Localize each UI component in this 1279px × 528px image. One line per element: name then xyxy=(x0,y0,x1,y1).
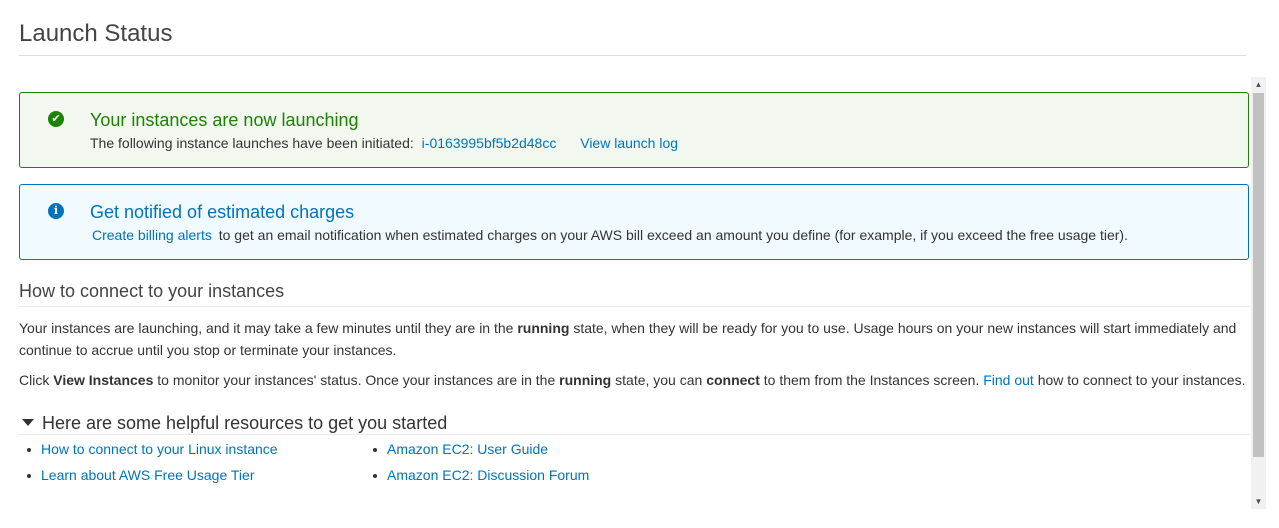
create-billing-alerts-link[interactable]: Create billing alerts xyxy=(92,227,212,243)
para2-bold-view-instances: View Instances xyxy=(53,372,154,388)
info-alert-body: Create billing alerts to get an email no… xyxy=(90,226,1128,244)
launch-status-page: Launch Status ✔ Your instances are now l… xyxy=(0,0,1279,528)
para2-text-d: to them from the Instances screen. xyxy=(759,372,984,388)
connect-section-heading: How to connect to your instances xyxy=(19,281,285,301)
para2-text-c: state, you can xyxy=(611,372,707,388)
ec2-discussion-forum-link[interactable]: Amazon EC2: Discussion Forum xyxy=(387,467,589,483)
scroll-down-arrow-icon[interactable]: ▼ xyxy=(1251,494,1266,509)
list-item: Amazon EC2: Discussion Forum xyxy=(369,462,589,488)
list-item: Learn about AWS Free Usage Tier xyxy=(23,462,278,488)
para2-text-b: to monitor your instances' status. Once … xyxy=(153,372,560,388)
para2-text-a: Click xyxy=(19,372,54,388)
check-circle-icon: ✔ xyxy=(48,111,64,127)
view-instances-paragraph: Click View Instances to monitor your ins… xyxy=(19,369,1251,391)
list-item: How to connect to your Linux instance xyxy=(23,436,278,462)
view-launch-log-link[interactable]: View launch log xyxy=(580,135,678,151)
success-alert-body: The following instance launches have bee… xyxy=(90,134,678,152)
vertical-scrollbar[interactable]: ▲ ▼ xyxy=(1251,77,1266,509)
resources-toggle[interactable]: Here are some helpful resources to get y… xyxy=(19,412,447,434)
para2-bold-running: running xyxy=(559,372,612,388)
para2-bold-connect: connect xyxy=(706,372,760,388)
resources-heading-label: Here are some helpful resources to get y… xyxy=(42,413,448,433)
info-alert-heading: Get notified of estimated charges xyxy=(90,202,355,222)
free-usage-tier-link[interactable]: Learn about AWS Free Usage Tier xyxy=(41,467,254,483)
resources-list-left: How to connect to your Linux instance Le… xyxy=(23,436,278,488)
list-item: Amazon EC2: User Guide xyxy=(369,436,589,462)
success-alert-heading: Your instances are now launching xyxy=(90,110,359,130)
linux-connect-link[interactable]: How to connect to your Linux instance xyxy=(41,441,278,457)
resources-list-right: Amazon EC2: User Guide Amazon EC2: Discu… xyxy=(369,436,589,488)
instance-id-link[interactable]: i-0163995bf5b2d48cc xyxy=(422,135,557,151)
info-circle-icon: i xyxy=(48,203,64,219)
info-alert-text: to get an email notification when estima… xyxy=(218,227,1128,243)
billing-info-alert: i Get notified of estimated charges Crea… xyxy=(19,184,1249,260)
resources-divider xyxy=(19,434,1250,435)
para1-text-a: Your instances are launching, and it may… xyxy=(19,320,518,336)
find-out-link[interactable]: Find out xyxy=(983,372,1034,388)
page-title: Launch Status xyxy=(19,20,173,47)
scroll-up-arrow-icon[interactable]: ▲ xyxy=(1251,77,1266,92)
caret-down-icon xyxy=(22,419,34,427)
para2-text-e: how to connect to your instances. xyxy=(1033,372,1246,388)
connect-section-divider xyxy=(19,306,1250,307)
para1-bold-running: running xyxy=(517,320,570,336)
title-divider xyxy=(19,55,1246,56)
scrollbar-thumb[interactable] xyxy=(1253,93,1264,457)
launch-success-alert: ✔ Your instances are now launching The f… xyxy=(19,92,1249,168)
ec2-user-guide-link[interactable]: Amazon EC2: User Guide xyxy=(387,441,548,457)
launching-info-paragraph: Your instances are launching, and it may… xyxy=(19,317,1251,361)
success-alert-text: The following instance launches have bee… xyxy=(90,135,414,151)
